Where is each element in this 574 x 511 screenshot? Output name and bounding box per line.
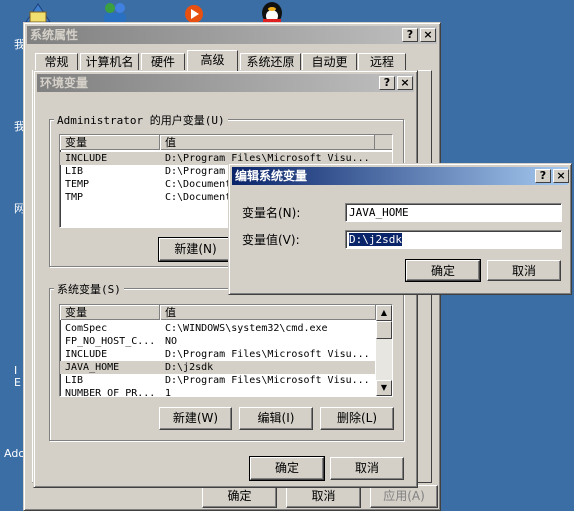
list-header: 变量 值 — [60, 135, 392, 150]
cancel-button[interactable]: 取消 — [487, 260, 561, 281]
tab-advanced[interactable]: 高级 — [187, 50, 238, 71]
variable-value: D:\Program Files\Microsoft Visu... — [165, 349, 370, 360]
new-system-variable-button[interactable]: 新建(W) — [159, 407, 232, 430]
environment-variables-titlebar[interactable]: 环境变量 — [37, 74, 414, 92]
ok-button[interactable]: 确定 — [249, 456, 325, 481]
variable-name: FP_NO_HOST_C... — [65, 336, 156, 347]
edit-system-variable-dialog: 编辑系统变量 ? × 变量名(N): JAVA_HOME 变量值(V): D:\… — [228, 163, 572, 295]
window-title: 环境变量 — [40, 76, 89, 90]
variable-name: INCLUDE — [65, 153, 108, 164]
column-header-variable[interactable]: 变量 — [60, 305, 160, 320]
close-button[interactable]: × — [420, 28, 436, 42]
close-button[interactable]: × — [553, 169, 569, 183]
window-title: 系统属性 — [30, 28, 79, 42]
desktop-label: E — [14, 376, 21, 389]
desktop-icon-strip — [0, 0, 574, 24]
variable-name: LIB — [65, 375, 84, 386]
list-item-selected[interactable]: JAVA_HOME D:\j2sdk — [60, 361, 375, 374]
variable-value: D:\Program Files\Microsoft Visu... — [165, 375, 370, 386]
help-button[interactable]: ? — [535, 169, 551, 183]
variable-value-label: 变量值(V): — [242, 233, 300, 247]
column-header-value[interactable]: 值 — [160, 135, 375, 150]
edit-system-variable-titlebar[interactable]: 编辑系统变量 — [232, 167, 568, 185]
cancel-button[interactable]: 取消 — [286, 485, 361, 508]
variable-value-field[interactable]: D:\j2sdk — [345, 230, 562, 249]
list-item[interactable]: ComSpec C:\WINDOWS\system32\cmd.exe — [60, 322, 375, 335]
delete-system-variable-button[interactable]: 删除(L) — [320, 407, 394, 430]
tab-computer-name[interactable]: 计算机名 — [80, 53, 139, 71]
users-icon[interactable] — [100, 0, 132, 24]
variable-value: 1 — [165, 388, 172, 397]
apply-button[interactable]: 应用(A) — [370, 485, 438, 508]
variable-value: C:\WINDOWS\system32\cmd.exe — [165, 323, 328, 334]
user-variables-label: Administrator 的用户变量(U) — [54, 112, 228, 128]
ok-button[interactable]: 确定 — [405, 259, 481, 282]
qq-penguin-icon[interactable] — [256, 0, 288, 24]
variable-name: TEMP — [65, 179, 90, 190]
variable-name-label: 变量名(N): — [242, 206, 301, 220]
system-variables-label: 系统变量(S) — [54, 281, 124, 297]
tab-general[interactable]: 常规 — [35, 53, 78, 71]
help-button[interactable]: ? — [402, 28, 418, 42]
scroll-down-arrow-icon[interactable]: ▼ — [376, 380, 392, 396]
envelope-icon[interactable] — [22, 0, 54, 24]
help-button[interactable]: ? — [379, 76, 395, 90]
variable-value: NO — [165, 336, 178, 347]
new-user-variable-button[interactable]: 新建(N) — [158, 237, 233, 262]
tab-hardware[interactable]: 硬件 — [141, 53, 185, 71]
tab-system-restore[interactable]: 系统还原 — [240, 53, 301, 71]
tab-automatic-updates[interactable]: 自动更新 — [302, 53, 357, 86]
desktop-label: Ado — [4, 447, 26, 460]
dialog-title: 编辑系统变量 — [235, 169, 308, 183]
variable-value-value: D:\j2sdk — [349, 233, 402, 246]
scrollbar-thumb[interactable] — [376, 321, 392, 339]
scroll-up-arrow-icon[interactable]: ▲ — [376, 305, 392, 321]
tab-remote[interactable]: 远程 — [358, 53, 406, 71]
cancel-button[interactable]: 取消 — [330, 457, 404, 480]
column-header-variable[interactable]: 变量 — [60, 135, 160, 150]
edit-system-variable-button[interactable]: 编辑(I) — [239, 407, 313, 430]
list-item[interactable]: FP_NO_HOST_C... NO — [60, 335, 375, 348]
variable-name: NUMBER_OF_PR... — [65, 388, 156, 397]
variable-name: LIB — [65, 166, 84, 177]
list-item[interactable]: NUMBER_OF_PR... 1 — [60, 387, 375, 397]
variable-name-field[interactable]: JAVA_HOME — [345, 203, 562, 222]
variable-name-value: JAVA_HOME — [349, 206, 409, 219]
system-variables-list[interactable]: 变量 值 ComSpec C:\WINDOWS\system32\cmd.exe … — [59, 304, 393, 397]
media-player-icon[interactable] — [178, 2, 210, 24]
list-item[interactable]: INCLUDE D:\Program Files\Microsoft Visu..… — [60, 348, 375, 361]
list-header: 变量 值 — [60, 305, 376, 320]
column-header-value[interactable]: 值 — [160, 305, 376, 320]
list-item[interactable]: LIB D:\Program Files\Microsoft Visu... — [60, 374, 375, 387]
vertical-scrollbar[interactable]: ▲ ▼ — [376, 305, 392, 396]
variable-name: INCLUDE — [65, 349, 108, 360]
variable-name: JAVA_HOME — [65, 362, 120, 373]
variable-name: TMP — [65, 192, 84, 203]
variable-value: D:\j2sdk — [165, 362, 214, 373]
variable-name: ComSpec — [65, 323, 108, 334]
system-properties-titlebar[interactable]: 系统属性 — [27, 26, 437, 44]
ok-button[interactable]: 确定 — [202, 485, 277, 508]
close-button[interactable]: × — [397, 76, 413, 90]
